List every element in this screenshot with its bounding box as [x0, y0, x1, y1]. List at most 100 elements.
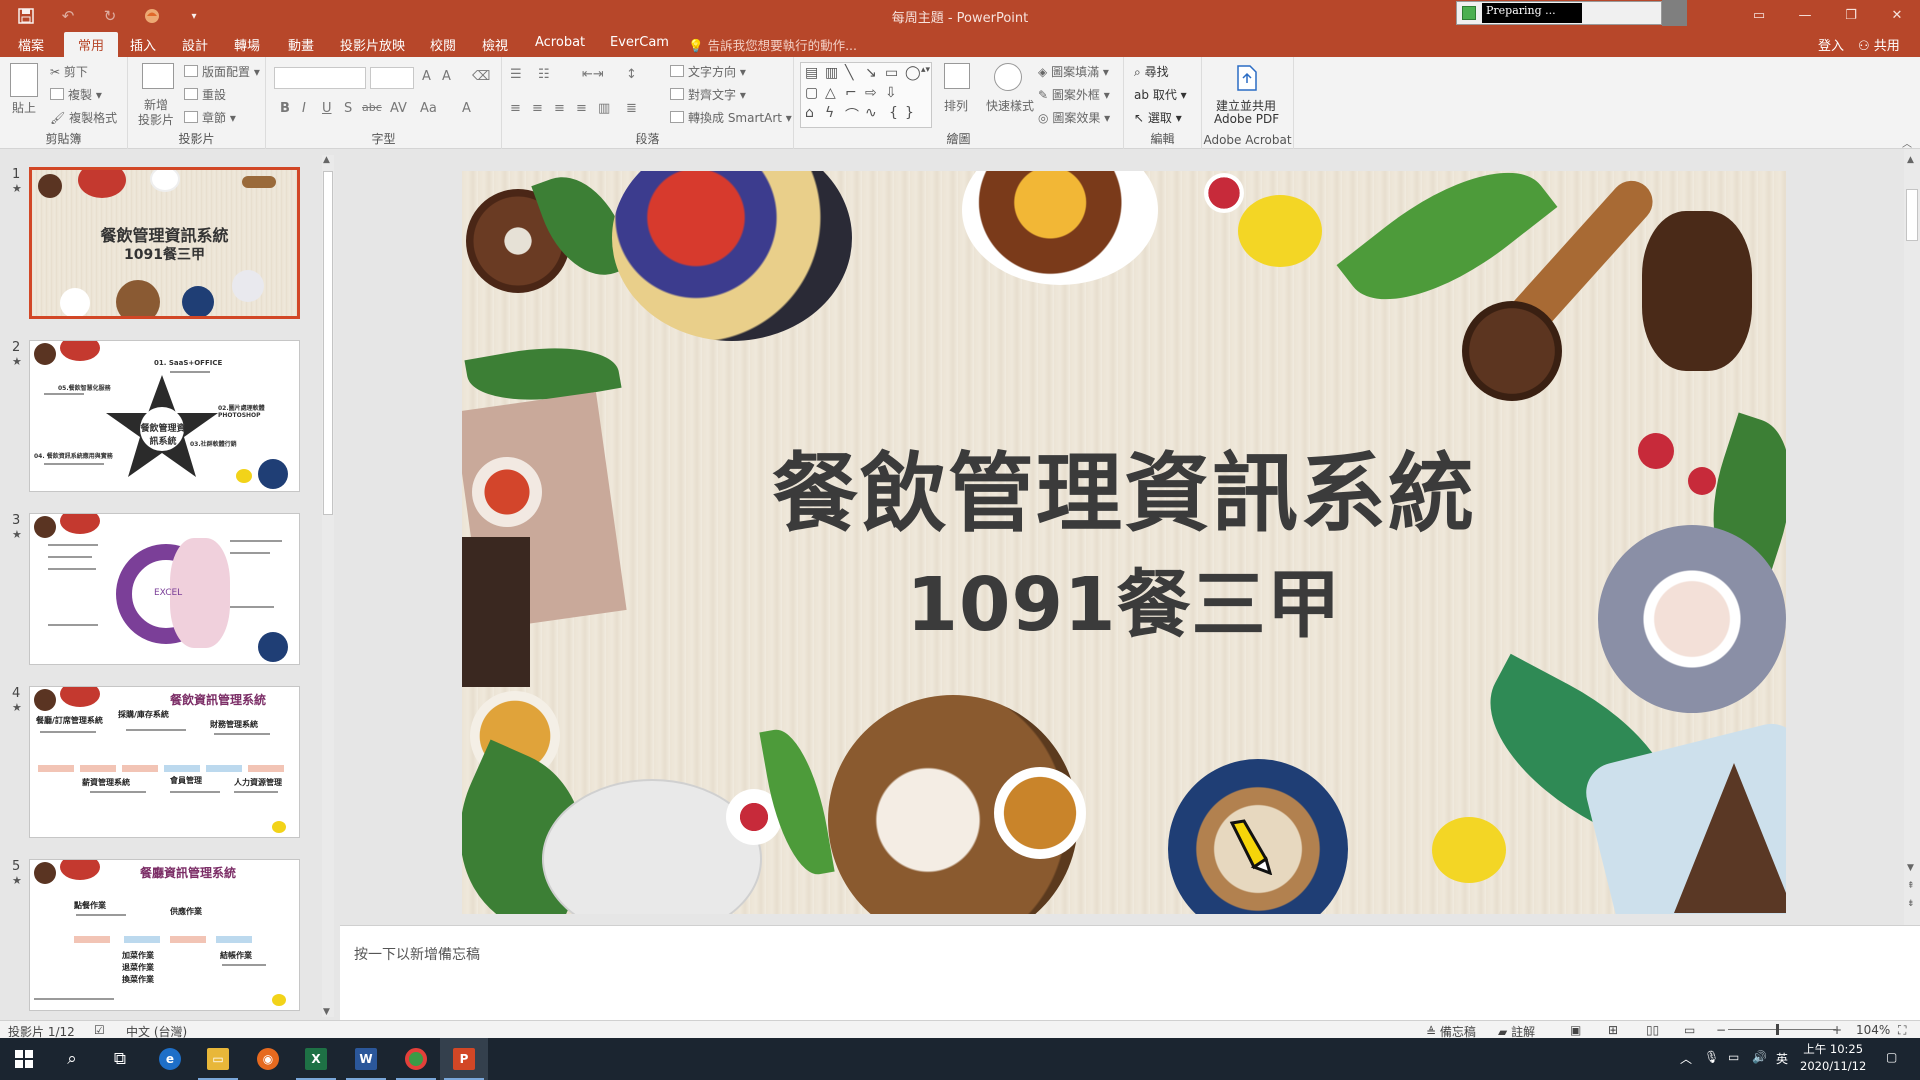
ime-indicator[interactable]: 英 [1776, 1050, 1788, 1067]
character-spacing-icon[interactable]: AV [390, 101, 407, 116]
spell-check-icon[interactable]: ☑ [94, 1023, 105, 1037]
arrow-line-shape-icon[interactable]: ↘ [865, 65, 877, 81]
tab-evercam[interactable]: EverCam [610, 35, 669, 50]
notes-pane[interactable]: 按一下以新增備忘稿 [340, 925, 1920, 1020]
volume-icon[interactable]: 🔊 [1752, 1050, 1767, 1064]
tab-review[interactable]: 校閱 [430, 35, 456, 54]
microphone-icon[interactable]: 🎙 [1704, 1050, 1719, 1064]
align-left-icon[interactable]: ≡ [510, 101, 521, 116]
font-name-box[interactable] [274, 67, 366, 89]
file-explorer-icon[interactable]: ▭ [194, 1038, 242, 1080]
fit-slide-icon[interactable]: ⛶ [1898, 1023, 1906, 1038]
curve-shape-icon[interactable]: ∿ [865, 105, 877, 121]
new-slide-icon[interactable] [142, 63, 174, 89]
zoom-slider-track[interactable] [1728, 1029, 1836, 1030]
shapes-gallery[interactable]: ▤ ▥ ╲ ↘ ▭ ◯ ▢ △ ⌐ ⇨ ⇩ ⌂ ϟ ⌒ ∿ { } ▴▾ [800, 62, 932, 128]
elbow-connector-shape-icon[interactable]: ⌐ [845, 85, 857, 101]
rectangle-shape-icon[interactable]: ▭ [885, 65, 898, 81]
text-direction-button[interactable]: 文字方向 ▾ [670, 63, 746, 80]
align-text-button[interactable]: 對齊文字 ▾ [670, 86, 746, 103]
slide-title[interactable]: 餐飲管理資訊系統 [462, 423, 1786, 548]
minimize-icon[interactable]: — [1782, 0, 1828, 31]
notifications-icon[interactable]: ▢ [1886, 1050, 1897, 1064]
numbering-icon[interactable]: ☷ [538, 67, 550, 82]
textbox-shape-icon[interactable]: ▤ [805, 65, 818, 81]
replace-button[interactable]: ab 取代 ▾ [1134, 86, 1187, 103]
thumbnail-scrollbar[interactable]: ▲ ▼ [322, 155, 334, 1017]
bold-button[interactable]: B [280, 101, 290, 116]
copy-button[interactable]: 複製 ▾ [50, 86, 102, 103]
paragraph-settings-icon[interactable]: ≣ [626, 101, 637, 116]
thumbnail-scroll-thumb[interactable] [323, 171, 333, 515]
find-button[interactable]: ⌕ 尋找 [1134, 63, 1169, 80]
show-hidden-icons-icon[interactable]: ︿ [1680, 1050, 1692, 1067]
quick-styles-button[interactable]: 快速樣式 [986, 97, 1034, 114]
create-pdf-label-2[interactable]: Adobe PDF [1214, 112, 1279, 126]
layout-button[interactable]: 版面配置 ▾ [184, 63, 260, 80]
zoom-in-icon[interactable]: + [1832, 1023, 1842, 1037]
italic-button[interactable]: I [302, 101, 306, 116]
align-right-icon[interactable]: ≡ [554, 101, 565, 116]
previous-slide-icon[interactable]: ⇞ [1907, 881, 1915, 891]
slideshow-view-icon[interactable]: ▭ [1684, 1023, 1695, 1037]
quick-styles-icon[interactable] [994, 63, 1022, 91]
grow-font-icon[interactable]: A [422, 69, 431, 84]
shape-effects-button[interactable]: ◎ 圖案效果 ▾ [1038, 109, 1110, 126]
tab-acrobat[interactable]: Acrobat [535, 35, 585, 50]
thumbnail-slide-4[interactable]: 餐飲資訊管理系統 餐廳/訂席管理系統 採購/庫存系統 財務管理系統 薪資管理系統… [29, 686, 300, 838]
tab-design[interactable]: 設計 [182, 35, 208, 54]
change-case-icon[interactable]: Aa [420, 101, 437, 116]
task-view-icon[interactable]: ⧉ [96, 1038, 144, 1080]
tab-animations[interactable]: 動畫 [288, 35, 314, 54]
shrink-font-icon[interactable]: A [442, 69, 451, 84]
tell-me-box[interactable]: 💡 告訴我您想要執行的動作... [688, 35, 857, 54]
scroll-up-icon[interactable]: ▲ [1907, 155, 1914, 165]
gallery-scroll-icon[interactable]: ▴▾ [921, 65, 930, 75]
slide-scrollbar[interactable]: ▲ ▼ ⇞ ⇟ [1904, 149, 1920, 925]
paste-icon[interactable] [10, 63, 38, 97]
ribbon-display-options-icon[interactable]: ▭ [1736, 0, 1782, 31]
tab-home[interactable]: 常用 [64, 32, 119, 57]
firefox-icon[interactable]: ◉ [244, 1038, 292, 1080]
tab-file[interactable]: 檔案 [18, 35, 44, 54]
zoom-slider-thumb[interactable] [1776, 1024, 1779, 1035]
scroll-down-icon[interactable]: ▼ [1907, 863, 1914, 873]
share-button[interactable]: ⚇ 共用 [1858, 35, 1900, 54]
scroll-up-icon[interactable]: ▲ [323, 155, 330, 165]
lightning-shape-icon[interactable]: ϟ [825, 105, 834, 121]
word-icon[interactable]: W [342, 1038, 390, 1080]
network-icon[interactable]: ▭ [1728, 1050, 1739, 1064]
arrange-icon[interactable] [944, 63, 970, 89]
align-center-icon[interactable]: ≡ [532, 101, 543, 116]
search-icon[interactable]: ⌕ [48, 1038, 96, 1080]
scroll-down-icon[interactable]: ▼ [323, 1007, 330, 1017]
system-clock[interactable]: 上午 10:25 2020/11/12 [1800, 1041, 1866, 1075]
line-shape-icon[interactable]: ╲ [845, 65, 853, 81]
close-icon[interactable]: ✕ [1874, 0, 1920, 31]
collapse-ribbon-icon[interactable]: ︿ [1902, 135, 1912, 150]
vertical-textbox-shape-icon[interactable]: ▥ [825, 65, 838, 81]
tab-transitions[interactable]: 轉場 [234, 35, 260, 54]
current-slide[interactable]: 餐飲管理資訊系統 1091餐三甲 [462, 171, 1786, 914]
brace-right-shape-icon[interactable]: } [905, 105, 914, 121]
reading-view-icon[interactable]: ▯▯ [1646, 1023, 1659, 1037]
shape-outline-button[interactable]: ✎ 圖案外框 ▾ [1038, 86, 1110, 103]
excel-icon[interactable]: X [292, 1038, 340, 1080]
thumbnail-slide-2[interactable]: 餐飲管理資訊系統 01. SaaS+OFFICE 02.圖片處理軟體 PHOTO… [29, 340, 300, 492]
clear-formatting-icon[interactable]: ⌫ [472, 69, 490, 84]
next-slide-icon[interactable]: ⇟ [1907, 899, 1915, 909]
slide-sorter-icon[interactable]: ⊞ [1608, 1023, 1618, 1037]
powerpoint-icon[interactable]: P [440, 1038, 488, 1080]
thumbnail-slide-5[interactable]: 餐廳資訊管理系統 點餐作業 供應作業 加菜作業 結帳作業 退菜作業 換菜作業 [29, 859, 300, 1011]
justify-icon[interactable]: ≡ [576, 101, 587, 116]
columns-icon[interactable]: ▥ [598, 101, 610, 116]
format-painter-button[interactable]: 🖌 複製格式 [50, 109, 117, 126]
shape-fill-button[interactable]: ◈ 圖案填滿 ▾ [1038, 63, 1109, 80]
line-spacing-icon[interactable]: ↕ [626, 67, 637, 82]
arc-shape-icon[interactable]: ⌒ [845, 105, 859, 125]
cut-button[interactable]: ✂ 剪下 [50, 63, 88, 80]
create-pdf-icon[interactable] [1236, 65, 1258, 94]
tab-slideshow[interactable]: 投影片放映 [340, 35, 405, 54]
maximize-icon[interactable]: ❐ [1828, 0, 1874, 31]
zoom-out-icon[interactable]: − [1716, 1023, 1726, 1037]
